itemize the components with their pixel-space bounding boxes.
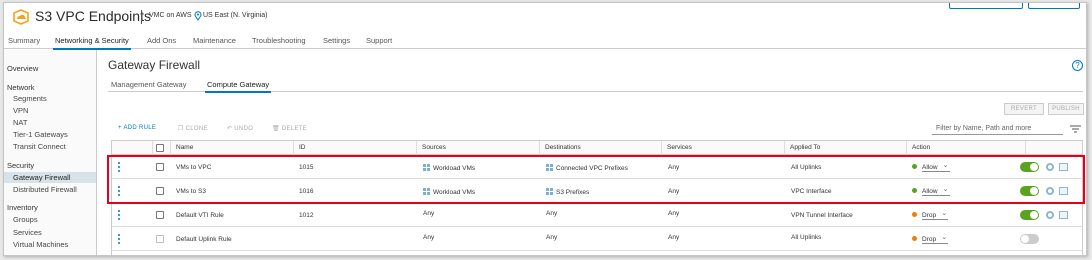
help-icon[interactable]: ? xyxy=(1072,60,1083,71)
filter-icon[interactable] xyxy=(1070,125,1081,133)
rule-action[interactable]: Drop xyxy=(912,209,949,220)
rule-applied-to[interactable]: All Uplinks xyxy=(791,234,821,241)
row-menu-icon[interactable] xyxy=(118,233,121,245)
gateway-subtabs: Management Gateway Compute Gateway xyxy=(108,78,1083,93)
row-checkbox[interactable] xyxy=(156,211,164,219)
rule-services[interactable]: Any xyxy=(668,234,679,241)
sidebar-item-groups[interactable]: Groups xyxy=(4,214,96,225)
rule-sources[interactable]: Any xyxy=(423,210,434,217)
rule-applied-to[interactable]: VPN Tunnel Interface xyxy=(791,212,853,219)
sidebar-item-vpn[interactable]: VPN xyxy=(4,105,96,116)
rule-services[interactable]: Any xyxy=(668,210,679,217)
sddc-title: S3 VPC Endpoints xyxy=(35,8,151,24)
tab-maintenance[interactable]: Maintenance xyxy=(193,36,236,45)
sidebar-item-services[interactable]: Services xyxy=(4,227,96,238)
tab-management-gateway[interactable]: Management Gateway xyxy=(111,80,186,89)
drop-status-dot xyxy=(912,212,917,217)
tab-add-ons[interactable]: Add Ons xyxy=(147,36,176,45)
highlight-box xyxy=(107,155,1085,204)
tab-support[interactable]: Support xyxy=(366,36,392,45)
location-pin-icon xyxy=(194,11,202,21)
trash-icon: 🗑 xyxy=(272,126,282,132)
rule-name: Default VTI Rule xyxy=(176,212,224,219)
action-select[interactable]: Drop xyxy=(922,233,949,244)
tab-summary[interactable]: Summary xyxy=(8,36,40,45)
clone-label: CLONE xyxy=(185,126,208,132)
header-divider xyxy=(141,10,142,24)
add-rule-button[interactable]: + ADD RULE xyxy=(118,125,156,131)
sidebar-item-nat[interactable]: NAT xyxy=(4,117,96,128)
tab-settings[interactable]: Settings xyxy=(323,36,350,45)
action-select[interactable]: Drop xyxy=(922,209,949,220)
header: S3 VPC Endpoints VMC on AWS US East (N. … xyxy=(4,3,1086,31)
header-action-button-2[interactable] xyxy=(1028,3,1080,9)
main-content: Gateway Firewall ? Management Gateway Co… xyxy=(108,50,1084,255)
rule-destinations[interactable]: Any xyxy=(546,234,557,241)
clone-icon: ❐ xyxy=(178,126,186,132)
sidebar-heading-security: Security xyxy=(7,161,35,170)
sidebar-item-gateway-firewall[interactable]: Gateway Firewall xyxy=(4,172,96,183)
delete-button[interactable]: 🗑 DELETE xyxy=(272,125,307,132)
column-header-id[interactable]: ID xyxy=(299,144,306,151)
clone-button[interactable]: ❐ CLONE xyxy=(178,125,208,132)
tab-troubleshooting[interactable]: Troubleshooting xyxy=(252,36,306,45)
rule-enabled-toggle[interactable] xyxy=(1020,234,1039,244)
header-action-button[interactable] xyxy=(949,3,1023,9)
sidebar-item-tier1-gateways[interactable]: Tier-1 Gateways xyxy=(4,129,96,140)
publish-button[interactable]: PUBLISH xyxy=(1048,103,1084,115)
table-row[interactable]: Default Uplink Rule Any Any Any All Upli… xyxy=(112,228,1082,251)
app-window: S3 VPC Endpoints VMC on AWS US East (N. … xyxy=(3,2,1087,256)
revert-button[interactable]: REVERT xyxy=(1004,103,1044,115)
top-tabs: Summary Networking & Security Add Ons Ma… xyxy=(4,33,1086,50)
tab-networking-security[interactable]: Networking & Security xyxy=(53,36,131,50)
tab-compute-gateway[interactable]: Compute Gateway xyxy=(204,80,272,93)
drop-status-dot xyxy=(912,236,917,241)
column-header-applied-to[interactable]: Applied To xyxy=(790,144,820,151)
rule-action[interactable]: Drop xyxy=(912,233,949,244)
filter-input[interactable]: Filter by Name, Path and more xyxy=(932,123,1063,135)
row-checkbox[interactable] xyxy=(156,235,164,243)
rule-id: 1012 xyxy=(299,212,314,219)
rule-enabled-toggle[interactable] xyxy=(1020,210,1039,220)
cloud-logo-icon xyxy=(13,9,29,25)
region-label: US East (N. Virginia) xyxy=(203,12,268,19)
sidebar-item-segments[interactable]: Segments xyxy=(4,93,96,104)
sidebar-item-overview[interactable]: Overview xyxy=(7,64,38,73)
sidebar-item-virtual-machines[interactable]: Virtual Machines xyxy=(4,239,96,250)
sidebar-item-distributed-firewall[interactable]: Distributed Firewall xyxy=(4,184,96,195)
table-row[interactable]: Default VTI Rule 1012 Any Any Any VPN Tu… xyxy=(112,204,1082,227)
gear-icon[interactable] xyxy=(1046,211,1054,219)
sidebar: Overview Network Segments VPN NAT Tier-1… xyxy=(4,50,97,255)
column-header-name[interactable]: Name xyxy=(176,144,193,151)
stats-icon[interactable] xyxy=(1059,211,1068,219)
undo-button[interactable]: ↶ UNDO xyxy=(227,125,253,132)
column-header-services[interactable]: Services xyxy=(667,144,692,151)
column-header-sources[interactable]: Sources xyxy=(422,144,446,151)
column-header-action[interactable]: Action xyxy=(912,144,930,151)
delete-label: DELETE xyxy=(281,126,308,132)
column-header-destinations[interactable]: Destinations xyxy=(545,144,581,151)
page-title: Gateway Firewall xyxy=(108,58,201,72)
undo-label: UNDO xyxy=(234,126,254,132)
row-menu-icon[interactable] xyxy=(118,209,121,221)
select-all-checkbox[interactable] xyxy=(156,144,164,152)
org-label: VMC on AWS xyxy=(149,12,192,19)
rule-destinations[interactable]: Any xyxy=(546,210,557,217)
rule-sources[interactable]: Any xyxy=(423,234,434,241)
sidebar-heading-inventory: Inventory xyxy=(7,203,38,212)
table-header: Name ID Sources Destinations Services Ap… xyxy=(112,141,1082,155)
sidebar-heading-network: Network xyxy=(7,83,35,92)
sidebar-item-transit-connect[interactable]: Transit Connect xyxy=(4,141,96,152)
rule-name: Default Uplink Rule xyxy=(176,236,232,243)
